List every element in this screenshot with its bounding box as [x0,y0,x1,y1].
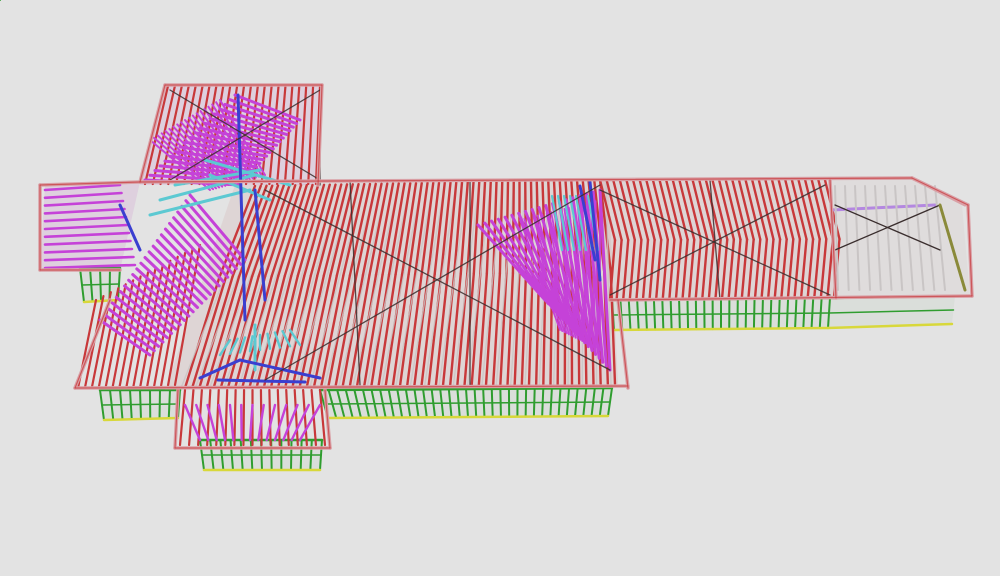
porch-rafter [178,388,187,447]
girder [216,378,307,384]
porch-rafter [276,388,281,447]
left-wing-wall-nog [81,283,120,286]
porch-rafter [268,388,272,447]
porch-rafter [242,388,246,447]
porch-rafter [285,388,290,447]
porch-hip [298,403,322,442]
porch-hip [217,403,227,442]
3d-viewport[interactable] [0,0,1000,576]
roof-truss-framing-model [0,0,974,472]
left-front-wall-nog [101,403,180,406]
porch-hip [228,403,235,442]
porch-rafter [293,388,299,447]
porch-rafter [233,388,237,447]
